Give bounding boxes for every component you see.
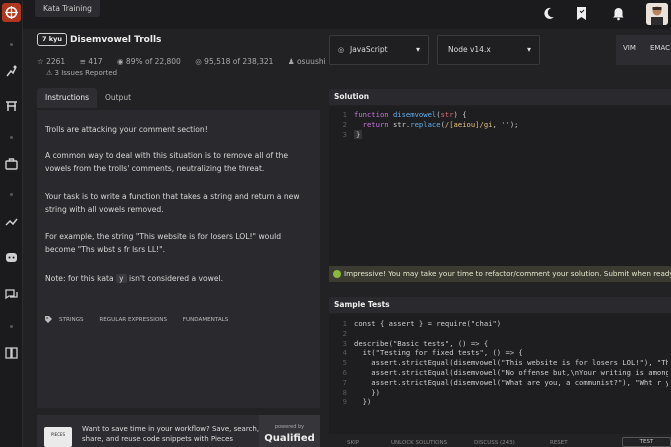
instruction-paragraph: For example, the string "This website is… bbox=[45, 232, 282, 254]
test-button[interactable]: TEST bbox=[622, 437, 671, 447]
tab-output[interactable]: Output bbox=[97, 88, 139, 108]
line-number: 7 bbox=[342, 377, 347, 387]
instruction-paragraph: Your task is to write a function that ta… bbox=[45, 192, 300, 214]
line-number: 6 bbox=[342, 368, 347, 377]
code-line: }) bbox=[354, 387, 380, 397]
line-number: 2 bbox=[342, 328, 347, 338]
leaderboard-icon[interactable] bbox=[4, 214, 19, 229]
satisfaction-stat: ◉ 89% of 22,800 bbox=[116, 57, 181, 66]
sample-tests-header: Sample Tests bbox=[329, 297, 671, 313]
solution-editor[interactable]: 1 function disemvowel(str) { 2 return st… bbox=[329, 106, 671, 266]
line-number: 4 bbox=[342, 348, 347, 358]
vim-mode-button[interactable]: VIM bbox=[623, 44, 636, 52]
code-line: const { assert } = require("chai") bbox=[354, 319, 502, 328]
tag-regular-expressions[interactable]: REGULAR EXPRESSIONS bbox=[99, 317, 167, 323]
sample-tests-editor[interactable]: 1 const { assert } = require("chai") 2 3 des… bbox=[329, 314, 671, 434]
tag-icon bbox=[45, 316, 52, 323]
avatar[interactable] bbox=[646, 3, 668, 25]
bookmark-icon[interactable] bbox=[574, 6, 589, 21]
pieces-logo: PIECES bbox=[44, 427, 72, 447]
code-line: }) bbox=[354, 397, 372, 407]
discord-icon[interactable] bbox=[4, 250, 19, 265]
discuss-button[interactable]: DISCUSS (243) bbox=[474, 440, 515, 446]
code-line: assert.strictEqual(disemvowel("What are … bbox=[371, 377, 668, 387]
promo-banner[interactable]: PIECES Want to save time in your workflo… bbox=[37, 415, 320, 447]
points-stat: ☆ 2261 bbox=[37, 57, 66, 66]
breadcrumb[interactable]: Kata Training bbox=[35, 0, 100, 17]
editor-mode-toggle: VIM EMAC bbox=[616, 35, 671, 65]
language-select[interactable]: ◎ JavaScript ▾ bbox=[329, 35, 429, 65]
powered-by-label: powered by bbox=[274, 424, 305, 430]
line-number: 8 bbox=[342, 387, 347, 397]
solution-header: Solution bbox=[329, 89, 671, 105]
tag-list: STRINGS REGULAR EXPRESSIONS FUNDAMENTALS bbox=[45, 316, 242, 323]
docs-book-icon[interactable] bbox=[4, 345, 19, 360]
kata-stats: ☆ 2261 ≡ 417 ◉ 89% of 22,800 ◎ 95,518 of… bbox=[37, 57, 338, 66]
reset-button[interactable]: RESET bbox=[550, 440, 568, 446]
check-icon bbox=[333, 270, 341, 278]
code-line: describe("Basic tests", () => { bbox=[354, 338, 489, 348]
code-line: } bbox=[354, 130, 363, 139]
tab-instructions[interactable]: Instructions bbox=[37, 88, 98, 108]
chat-icon[interactable] bbox=[4, 287, 19, 302]
top-bar: Kata Training bbox=[23, 0, 671, 29]
instruction-paragraph: A common way to deal with this situation… bbox=[45, 151, 289, 173]
instructions-panel: Trolls are attacking your comment sectio… bbox=[37, 110, 320, 408]
left-nav-rail bbox=[0, 0, 23, 447]
version-select[interactable]: Node v14.x ▾ bbox=[437, 35, 540, 65]
kata-title[interactable]: Disemvowel Trolls bbox=[70, 35, 161, 45]
promo-text: Want to save time in your workflow? Save… bbox=[82, 425, 260, 443]
emacs-mode-button[interactable]: EMAC bbox=[650, 44, 670, 52]
unlock-solutions-button[interactable]: UNLOCK SOLUTIONS bbox=[391, 440, 447, 446]
action-bar: SKIP UNLOCK SOLUTIONS DISCUSS (243) RESE… bbox=[329, 438, 671, 447]
author-stat[interactable]: ♟ osuushi bbox=[288, 57, 332, 66]
success-banner: Impressive! You may take your time to re… bbox=[329, 266, 671, 282]
qualified-logo: Qualified bbox=[264, 433, 315, 444]
instruction-paragraph: Note: for this kata y isn't considered a… bbox=[45, 274, 224, 283]
line-number: 3 bbox=[342, 338, 347, 348]
completions-stat: ◎ 95,518 of 238,321 bbox=[195, 57, 274, 66]
chevron-down-icon: ▾ bbox=[526, 45, 531, 54]
powered-by: powered by Qualified bbox=[259, 415, 320, 447]
chevron-down-icon: ▾ bbox=[415, 45, 420, 54]
line-number: 1 bbox=[342, 319, 347, 328]
code-line: assert.strictEqual(disemvowel("No offens… bbox=[371, 368, 668, 377]
moon-icon[interactable] bbox=[541, 6, 556, 21]
rail-separator bbox=[10, 43, 13, 46]
code-line: it("Testing for fixed tests", () => { bbox=[354, 348, 523, 358]
codewars-logo-icon[interactable] bbox=[2, 3, 21, 22]
line-number: 9 bbox=[342, 397, 347, 407]
inline-code: y bbox=[116, 274, 127, 283]
dojo-icon[interactable] bbox=[4, 98, 19, 113]
line-number: 3 bbox=[342, 130, 347, 139]
collections-stat: ≡ 417 bbox=[79, 57, 103, 66]
line-number: 5 bbox=[342, 358, 347, 368]
language-icon: ◎ bbox=[338, 46, 345, 54]
line-number: 2 bbox=[342, 120, 347, 129]
rail-separator bbox=[10, 325, 13, 328]
instruction-paragraph: Trolls are attacking your comment sectio… bbox=[45, 125, 208, 134]
issues-link[interactable]: ⚠ 3 Issues Reported bbox=[46, 69, 117, 77]
code-line: assert.strictEqual(disemvowel("This webs… bbox=[371, 358, 668, 368]
rail-separator bbox=[10, 136, 13, 139]
skip-button[interactable]: SKIP bbox=[347, 440, 359, 446]
briefcase-icon[interactable] bbox=[4, 156, 19, 171]
line-number: 1 bbox=[342, 110, 347, 119]
tag-fundamentals[interactable]: FUNDAMENTALS bbox=[183, 317, 229, 323]
bell-icon[interactable] bbox=[611, 6, 626, 21]
practice-icon[interactable] bbox=[4, 64, 19, 79]
instruction-tabs: Instructions Output bbox=[37, 88, 320, 108]
rank-badge: 7 kyu bbox=[37, 33, 67, 46]
rail-separator bbox=[10, 193, 13, 196]
tag-strings[interactable]: STRINGS bbox=[59, 317, 84, 323]
